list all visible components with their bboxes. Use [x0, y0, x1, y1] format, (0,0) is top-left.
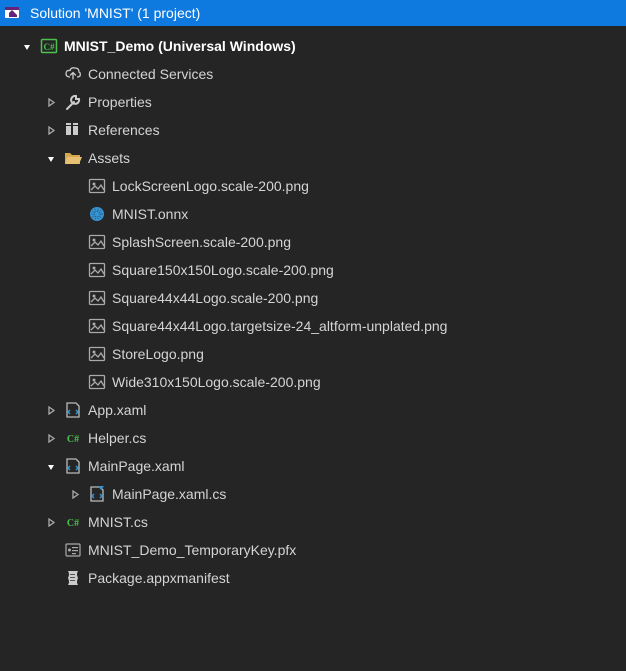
wrench-icon: [64, 93, 82, 111]
asset-file-node[interactable]: Square44x44Logo.scale-200.png: [0, 284, 626, 312]
expand-toggle-icon[interactable]: [44, 459, 58, 473]
image-file-icon: [88, 233, 106, 251]
csharp-file-icon: [64, 429, 82, 447]
expand-toggle-icon[interactable]: [44, 151, 58, 165]
project-node[interactable]: MNIST_Demo (Universal Windows): [0, 32, 626, 60]
file-label: Wide310x150Logo.scale-200.png: [112, 374, 321, 390]
asset-file-node[interactable]: SplashScreen.scale-200.png: [0, 228, 626, 256]
file-label: MNIST.onnx: [112, 206, 188, 222]
solution-title: Solution 'MNIST' (1 project): [30, 5, 200, 21]
pfx-file-node[interactable]: MNIST_Demo_TemporaryKey.pfx: [0, 536, 626, 564]
file-label: StoreLogo.png: [112, 346, 204, 362]
references-node[interactable]: References: [0, 116, 626, 144]
file-label: MainPage.xaml.cs: [112, 486, 226, 502]
asset-file-node[interactable]: Wide310x150Logo.scale-200.png: [0, 368, 626, 396]
solution-icon: [4, 4, 22, 22]
file-label: Helper.cs: [88, 430, 146, 446]
asset-file-node[interactable]: Square150x150Logo.scale-200.png: [0, 256, 626, 284]
xaml-file-icon: [64, 401, 82, 419]
connected-services-label: Connected Services: [88, 66, 213, 82]
image-file-icon: [88, 177, 106, 195]
file-label: MainPage.xaml: [88, 458, 185, 474]
expand-toggle-icon[interactable]: [44, 123, 58, 137]
file-label: Square44x44Logo.scale-200.png: [112, 290, 318, 306]
file-label: LockScreenLogo.scale-200.png: [112, 178, 309, 194]
onnx-file-icon: [88, 205, 106, 223]
image-file-icon: [88, 345, 106, 363]
expand-toggle-icon[interactable]: [68, 487, 82, 501]
project-label: MNIST_Demo (Universal Windows): [64, 38, 296, 54]
expand-toggle-icon[interactable]: [44, 515, 58, 529]
asset-file-node[interactable]: StoreLogo.png: [0, 340, 626, 368]
properties-label: Properties: [88, 94, 152, 110]
assets-label: Assets: [88, 150, 130, 166]
expand-toggle-icon[interactable]: [44, 431, 58, 445]
assets-folder-node[interactable]: Assets: [0, 144, 626, 172]
cloud-icon: [64, 65, 82, 83]
references-icon: [64, 121, 82, 139]
solution-tree: MNIST_Demo (Universal Windows) Connected…: [0, 26, 626, 592]
helper-cs-node[interactable]: Helper.cs: [0, 424, 626, 452]
file-label: Package.appxmanifest: [88, 570, 230, 586]
mainpage-xaml-node[interactable]: MainPage.xaml: [0, 452, 626, 480]
file-label: Square44x44Logo.targetsize-24_altform-un…: [112, 318, 447, 334]
connected-services-node[interactable]: Connected Services: [0, 60, 626, 88]
expand-toggle-icon[interactable]: [44, 403, 58, 417]
file-label: MNIST_Demo_TemporaryKey.pfx: [88, 542, 296, 558]
image-file-icon: [88, 317, 106, 335]
asset-file-node[interactable]: LockScreenLogo.scale-200.png: [0, 172, 626, 200]
folder-open-icon: [64, 149, 82, 167]
properties-node[interactable]: Properties: [0, 88, 626, 116]
csharp-file-icon: [64, 513, 82, 531]
file-label: SplashScreen.scale-200.png: [112, 234, 291, 250]
image-file-icon: [88, 289, 106, 307]
file-label: App.xaml: [88, 402, 146, 418]
mnist-cs-node[interactable]: MNIST.cs: [0, 508, 626, 536]
certificate-file-icon: [64, 541, 82, 559]
xaml-file-icon: [64, 457, 82, 475]
solution-titlebar[interactable]: Solution 'MNIST' (1 project): [0, 0, 626, 26]
app-xaml-node[interactable]: App.xaml: [0, 396, 626, 424]
manifest-file-icon: [64, 569, 82, 587]
asset-file-node[interactable]: MNIST.onnx: [0, 200, 626, 228]
expand-toggle-icon[interactable]: [20, 39, 34, 53]
expand-toggle-icon[interactable]: [44, 95, 58, 109]
xaml-codebehind-icon: [88, 485, 106, 503]
mainpage-xaml-cs-node[interactable]: MainPage.xaml.cs: [0, 480, 626, 508]
asset-file-node[interactable]: Square44x44Logo.targetsize-24_altform-un…: [0, 312, 626, 340]
csharp-project-icon: [40, 37, 58, 55]
file-label: Square150x150Logo.scale-200.png: [112, 262, 334, 278]
manifest-file-node[interactable]: Package.appxmanifest: [0, 564, 626, 592]
image-file-icon: [88, 261, 106, 279]
image-file-icon: [88, 373, 106, 391]
file-label: MNIST.cs: [88, 514, 148, 530]
references-label: References: [88, 122, 160, 138]
